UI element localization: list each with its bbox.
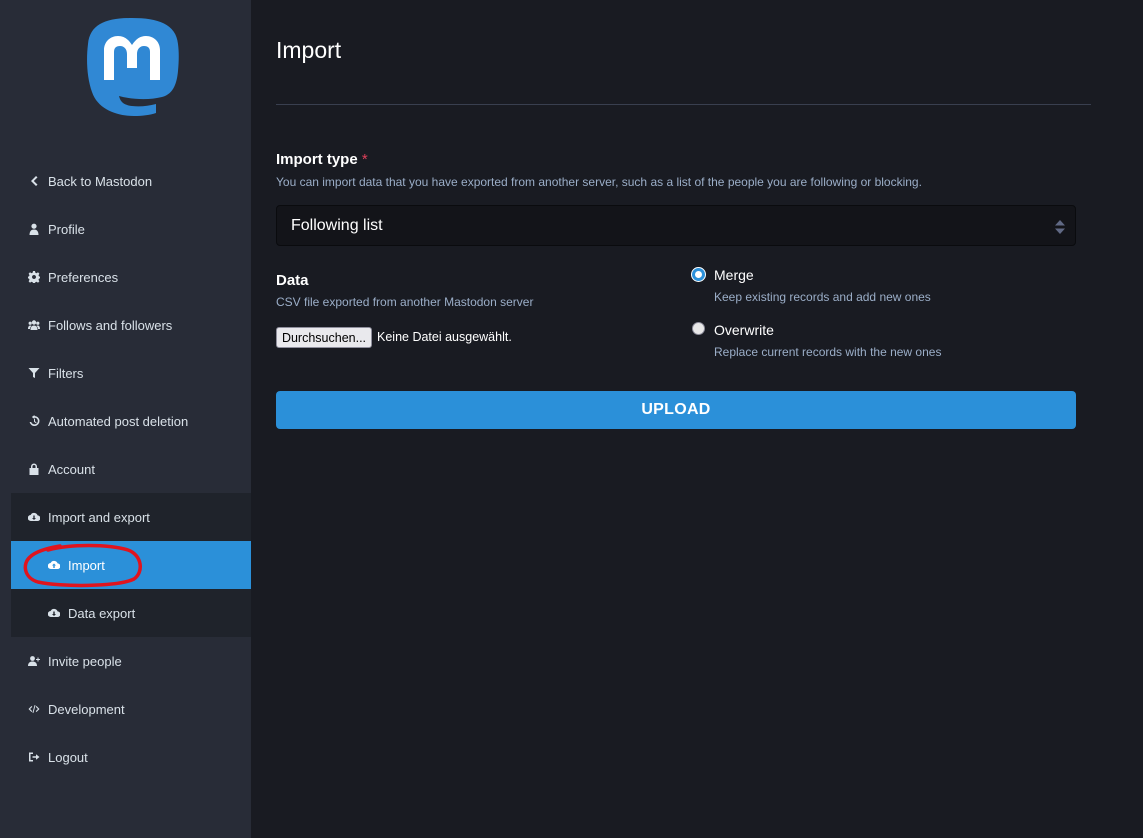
cloud-download-icon — [27, 510, 41, 524]
nav-label: Preferences — [48, 269, 119, 285]
nav-data-export[interactable]: Data export — [11, 589, 251, 637]
merge-hint: Keep existing records and add new ones — [714, 290, 931, 304]
nav-automated-post-deletion[interactable]: Automated post deletion — [11, 397, 251, 445]
nav-label: Profile — [48, 221, 85, 237]
nav-import-and-export[interactable]: Import and export — [11, 493, 251, 541]
import-type-select[interactable]: Following list — [276, 205, 1076, 246]
nav-development[interactable]: Development — [11, 685, 251, 733]
filter-icon — [27, 366, 41, 380]
cloud-upload-icon — [47, 558, 61, 572]
nav-label: Import — [68, 557, 105, 573]
nav-label: Account — [48, 461, 95, 477]
nav-invite-people[interactable]: Invite people — [11, 637, 251, 685]
cloud-download-icon — [47, 606, 61, 620]
merge-radio[interactable] — [692, 268, 705, 281]
import-type-label-text: Import type — [276, 151, 358, 168]
overwrite-radio[interactable] — [692, 322, 705, 335]
import-type-hint: You can import data that you have export… — [276, 175, 922, 189]
page-title: Import — [276, 37, 342, 63]
nav-preferences[interactable]: Preferences — [11, 253, 251, 301]
import-type-selected: Following list — [291, 216, 383, 234]
chevron-left-icon — [27, 174, 41, 188]
nav-filters[interactable]: Filters — [11, 349, 251, 397]
nav-label: Import and export — [48, 509, 150, 525]
nav-logout[interactable]: Logout — [11, 733, 251, 781]
nav-label: Follows and followers — [48, 317, 173, 333]
nav-label: Development — [48, 701, 125, 717]
sort-arrows-icon — [1055, 220, 1065, 234]
nav-back-to-mastodon[interactable]: Back to Mastodon — [11, 157, 251, 205]
merge-label[interactable]: Merge — [714, 267, 754, 283]
nav-label: Filters — [48, 365, 84, 381]
sidebar: Back to Mastodon Profile Preferences Fol… — [0, 0, 251, 838]
nav-label: Invite people — [48, 653, 122, 669]
overwrite-label[interactable]: Overwrite — [714, 322, 774, 338]
gear-icon — [27, 270, 41, 284]
nav-label: Data export — [68, 605, 136, 621]
browse-button[interactable]: Durchsuchen... — [276, 327, 372, 348]
sign-out-icon — [27, 750, 41, 764]
required-mark: * — [361, 151, 368, 168]
nav-label: Logout — [48, 749, 88, 765]
divider — [276, 104, 1091, 105]
nav-label: Automated post deletion — [48, 413, 189, 429]
user-icon — [27, 222, 41, 236]
nav-profile[interactable]: Profile — [11, 205, 251, 253]
lock-icon — [27, 462, 41, 476]
file-status: Keine Datei ausgewählt. — [377, 330, 512, 344]
mastodon-logo[interactable] — [84, 16, 180, 118]
nav-import[interactable]: Import — [11, 541, 251, 589]
history-icon — [27, 414, 41, 428]
users-icon — [27, 318, 41, 332]
overwrite-hint: Replace current records with the new one… — [714, 345, 942, 359]
nav-follows-and-followers[interactable]: Follows and followers — [11, 301, 251, 349]
data-hint: CSV file exported from another Mastodon … — [276, 295, 534, 309]
code-icon — [27, 702, 41, 716]
data-label: Data — [276, 272, 309, 289]
upload-button[interactable]: UPLOAD — [276, 391, 1076, 429]
nav-label: Back to Mastodon — [48, 173, 153, 189]
user-plus-icon — [27, 654, 41, 668]
nav-account[interactable]: Account — [11, 445, 251, 493]
import-type-label: Import type * — [276, 151, 368, 168]
